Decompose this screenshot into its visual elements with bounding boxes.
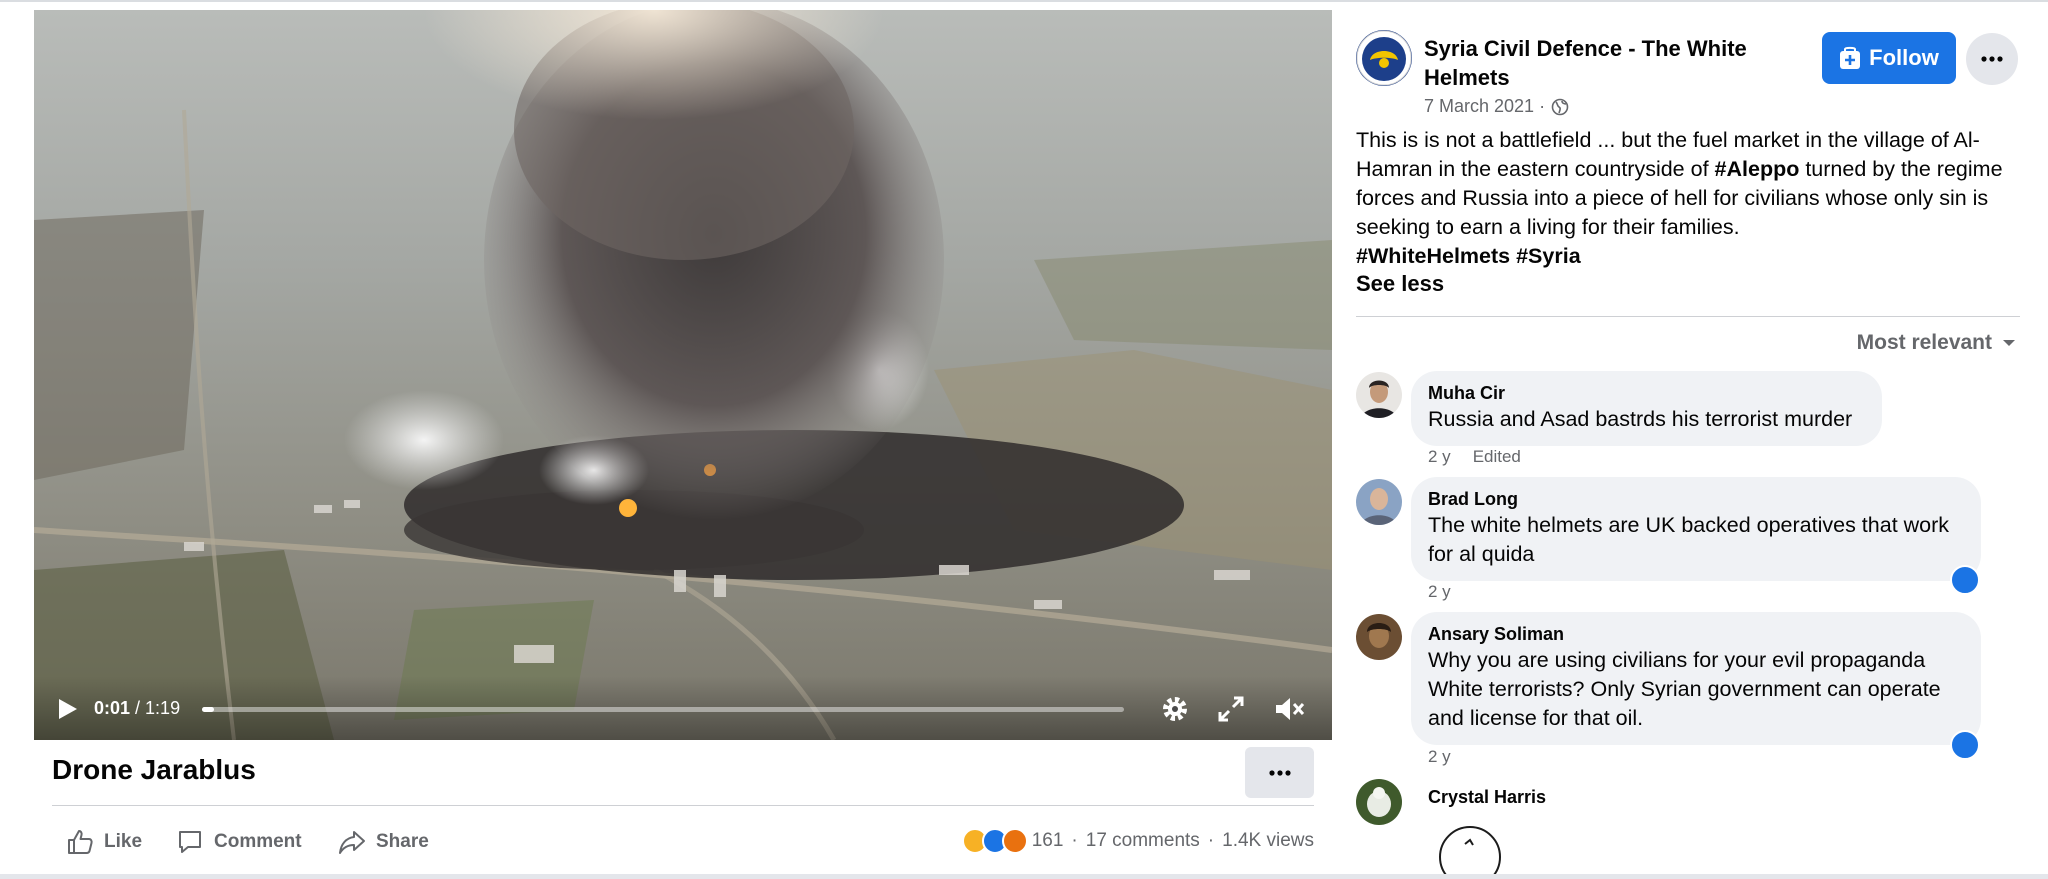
avatar[interactable] [1356,779,1402,825]
comment-author[interactable]: Crystal Harris [1428,787,1546,808]
comment-sort-dropdown[interactable]: Most relevant [1857,331,2016,355]
avatar[interactable] [1356,479,1402,525]
progress-bar[interactable] [202,707,1124,712]
comment-author[interactable]: Ansary Soliman [1428,622,1963,646]
video-controls: 0:01 / 1:19 [34,676,1332,740]
comment-author[interactable]: Muha Cir [1428,381,1864,405]
share-icon [339,831,365,854]
comment-label: Comment [214,831,302,852]
divider [1356,316,2020,317]
comment-bubble: Muha Cir Russia and Asad bastrds his ter… [1411,371,1882,446]
like-reaction-icon[interactable] [1950,730,1980,760]
divider [52,805,1314,806]
separator-dot: · [1207,830,1215,851]
thumbs-up-icon [68,830,93,854]
comment-meta: 2 y [1428,747,1451,767]
video-more-button[interactable] [1245,747,1314,798]
more-icon [1268,769,1291,776]
views-count: 1.4K views [1222,830,1314,851]
comment-time[interactable]: 2 y [1428,447,1451,467]
share-label: Share [376,831,429,852]
post-stats: 161 · 17 comments · 1.4K views [961,828,1314,854]
video-frame [34,10,1332,740]
duration: / 1:19 [135,698,181,718]
separator-dot: · [1071,830,1078,851]
comments-count[interactable]: 17 comments [1086,830,1200,852]
comment-bubble: Ansary Soliman Why you are using civilia… [1411,612,1981,745]
post-viewer: 0:01 / 1:19 Drone Jarablus Like Comment … [0,0,2048,879]
date-text[interactable]: 7 March 2021 · [1424,96,1545,117]
like-reaction-icon[interactable] [1950,565,1980,595]
comment-icon [179,831,201,853]
post-date: 7 March 2021 · [1424,96,1569,117]
page-name[interactable]: Syria Civil Defence - The White Helmets [1424,34,1784,92]
comment-meta: 2 y Edited [1428,447,1521,467]
reactions-summary[interactable] [961,828,1028,854]
globe-icon [1551,98,1569,115]
comment-time[interactable]: 2 y [1428,582,1451,602]
fullscreen-icon[interactable] [1214,692,1248,726]
comment-text: Why you are using civilians for your evi… [1428,648,1941,730]
reaction-count[interactable]: 161 [1032,830,1064,852]
play-icon[interactable] [54,696,80,722]
current-time: 0:01 [94,698,131,718]
comment-text: Russia and Asad bastrds his terrorist mu… [1428,407,1853,431]
share-button[interactable]: Share [338,824,429,860]
comment-meta: 2 y [1428,582,1451,602]
post-description: This is is not a battlefield ... but the… [1356,126,2020,271]
video-title: Drone Jarablus [52,754,256,785]
comment-time[interactable]: 2 y [1428,747,1451,767]
angry-reaction-icon [1001,828,1028,854]
page-avatar[interactable] [1356,30,1412,86]
like-label: Like [104,831,143,852]
comment-button[interactable]: Comment [176,824,302,860]
comment-author[interactable]: Brad Long [1428,487,1963,511]
follow-page-icon [1840,46,1861,69]
comment-bubble: Brad Long The white helmets are UK backe… [1411,477,1981,581]
progress-fill [202,707,214,712]
avatar[interactable] [1356,614,1402,660]
caret-down-icon [2003,340,2015,346]
hashtags[interactable]: #WhiteHelmets #Syria [1356,244,1581,268]
bottom-edge [0,874,2048,879]
sort-label: Most relevant [1856,331,1992,354]
follow-label: Follow [1869,45,1939,70]
settings-icon[interactable] [1158,692,1192,726]
comment-text: The white helmets are UK backed operativ… [1428,513,1950,566]
post-options-button[interactable] [1966,33,2018,85]
like-button[interactable]: Like [66,824,142,860]
avatar[interactable] [1356,372,1402,418]
video-timestamp: 0:01 / 1:19 [94,698,180,719]
sticker-image [1439,826,1501,879]
hashtag-aleppo[interactable]: #Aleppo [1715,157,1800,181]
video-player[interactable]: 0:01 / 1:19 [34,10,1332,740]
comment-edited: Edited [1472,447,1521,466]
see-less-link[interactable]: See less [1356,271,1444,297]
follow-button[interactable]: Follow [1822,32,1956,84]
more-icon [1981,56,2003,62]
mute-icon[interactable] [1272,692,1306,726]
